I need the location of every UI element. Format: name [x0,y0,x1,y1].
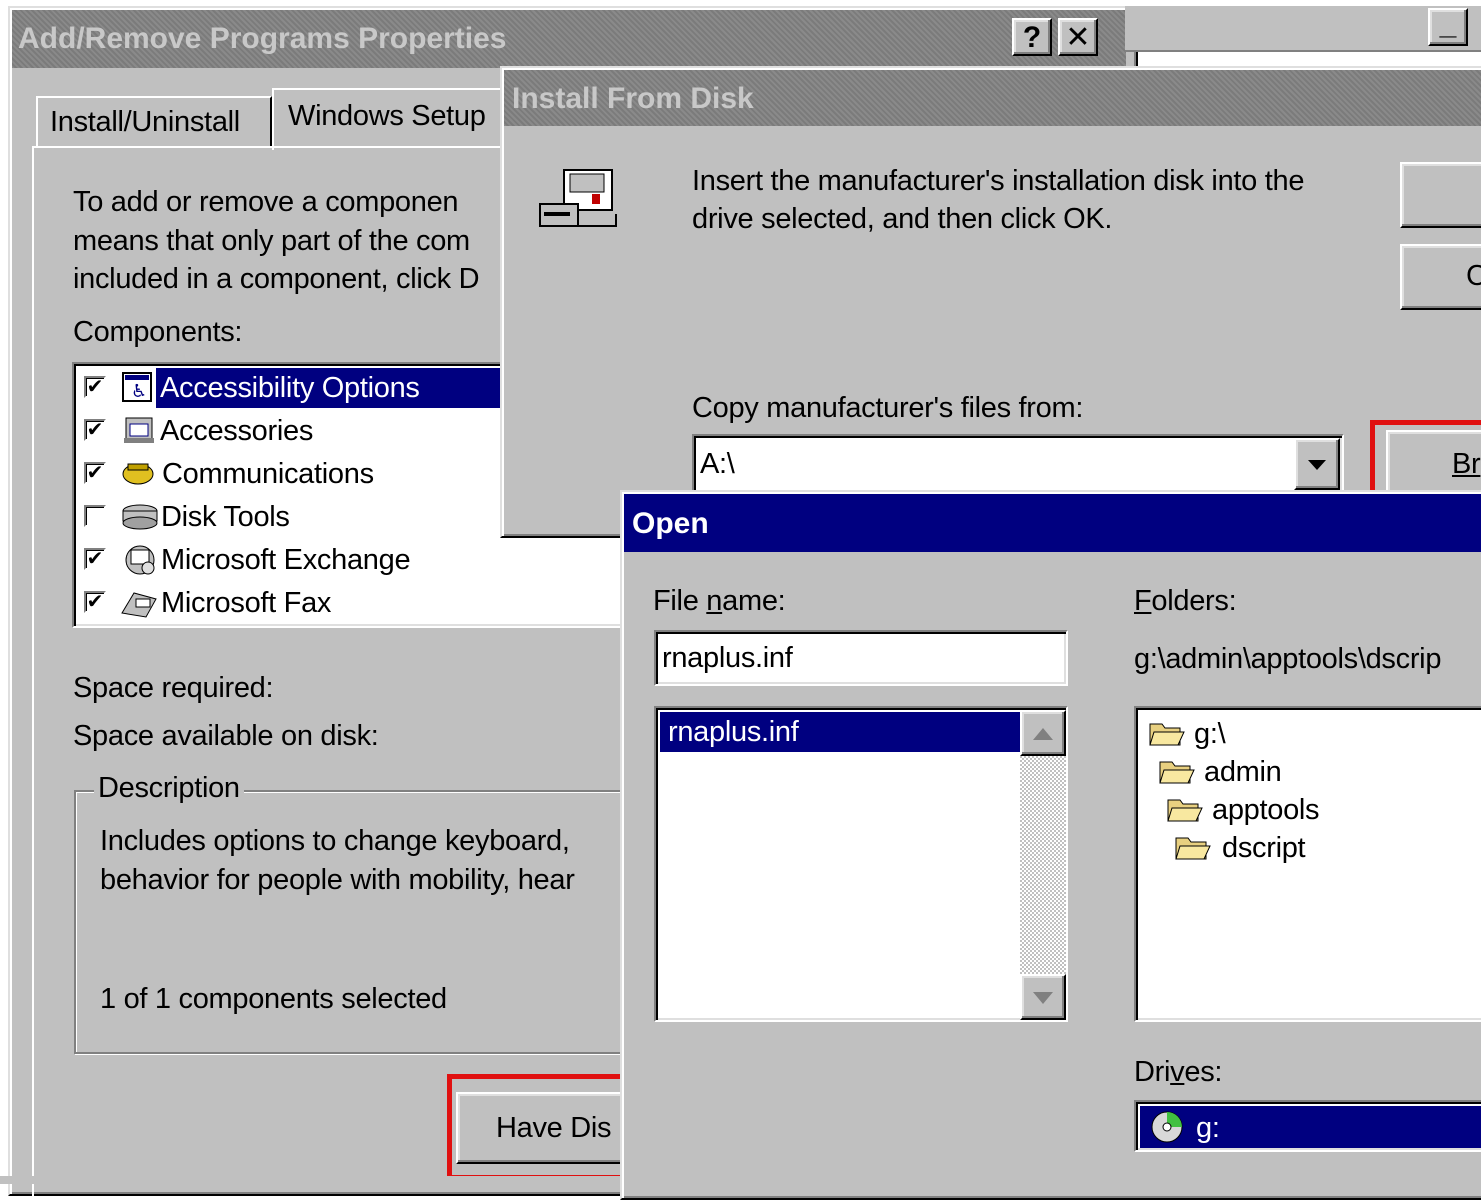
ok-button[interactable] [1400,162,1481,228]
folder-open-icon [1174,832,1212,867]
list-item-communications[interactable]: Communications [162,460,374,489]
have-disk-highlight [447,1074,635,1180]
folder-tree[interactable]: g:\ admin apptools dscript [1134,706,1481,1022]
svg-text:♿: ♿ [131,381,147,402]
open-dialog-title: Open [632,507,709,540]
phone-icon [120,456,156,495]
tab-install-uninstall[interactable]: Install/Uninstall [36,96,272,146]
drives-label: Drives: [1134,1056,1223,1088]
checkbox-communications[interactable]: ✔ [84,462,106,484]
install-from-disk-title: Install From Disk [512,82,754,115]
minimize-button[interactable]: _ [1428,8,1468,46]
folder-item-admin[interactable]: admin [1204,758,1282,787]
exchange-icon [120,542,160,583]
list-item-microsoft-fax[interactable]: Microsoft Fax [161,589,331,618]
minimize-icon: _ [1439,8,1457,41]
space-required-label: Space required: [73,672,274,704]
add-remove-title-bar[interactable]: Add/Remove Programs Properties ? ✕ [12,10,1126,68]
folder-open-icon [1148,718,1186,753]
fax-icon [118,585,160,626]
description-line-2: behavior for people with mobility, hear [100,864,575,896]
close-icon: ✕ [1065,21,1091,54]
checkbox-microsoft-exchange[interactable]: ✔ [84,548,106,570]
folders-label: Folders: [1134,585,1237,617]
space-available-label: Space available on disk: [73,720,379,752]
intro-line-2: means that only part of the com [73,225,470,257]
list-item-disk-tools[interactable]: Disk Tools [161,503,290,532]
disk-icon [120,501,160,540]
cd-drive-icon [1150,1110,1184,1149]
folder-item-dscript[interactable]: dscript [1222,834,1306,863]
install-message-line-1: Insert the manufacturer's installation d… [692,165,1305,197]
scroll-up-button[interactable] [1020,710,1066,756]
drive-selected [1140,1106,1481,1148]
checkbox-microsoft-fax[interactable]: ✔ [84,591,106,613]
description-label: Description [94,774,244,803]
arrow-down-icon [1033,992,1053,1004]
current-path: g:\admin\apptools\dscrip [1134,643,1442,675]
copy-from-combobox[interactable]: A:\ [692,434,1344,494]
checkbox-disk-tools[interactable] [84,505,106,527]
scroll-down-button[interactable] [1020,974,1066,1020]
copy-from-label: Copy manufacturer's files from: [692,392,1084,424]
help-button[interactable]: ? [1012,18,1052,56]
components-label: Components: [73,316,243,348]
tab-windows-setup[interactable]: Windows Setup [272,88,512,150]
description-line-1: Includes options to change keyboard, [100,825,570,857]
list-item[interactable]: rnaplus.inf [660,712,1020,752]
accessibility-icon: ♿ [122,372,152,402]
file-list[interactable]: rnaplus.inf [654,706,1068,1022]
folder-item-apptools[interactable]: apptools [1212,796,1320,825]
drives-combobox[interactable]: g: [1134,1100,1481,1152]
file-list-scrollbar[interactable] [1020,710,1066,1020]
copy-from-dropdown-button[interactable] [1294,438,1340,490]
help-icon: ? [1022,21,1042,54]
intro-line-3: included in a component, click D [73,263,480,295]
close-button[interactable]: ✕ [1058,18,1098,56]
window-title: Add/Remove Programs Properties [18,22,507,55]
copy-from-value: A:\ [700,448,735,480]
chevron-down-icon [1308,460,1326,470]
checkbox-accessibility[interactable]: ✔ [84,376,106,398]
list-item-accessories[interactable]: Accessories [160,417,313,446]
intro-line-1: To add or remove a componen [73,186,459,218]
folder-open-icon [1166,794,1204,829]
folder-item-root[interactable]: g:\ [1194,720,1226,749]
list-item-microsoft-exchange[interactable]: Microsoft Exchange [161,546,411,575]
cancel-button[interactable]: C [1400,244,1481,310]
accessories-icon [122,414,156,451]
folder-open-icon [1158,756,1196,791]
checkbox-accessories[interactable]: ✔ [84,419,106,441]
floppy-drive-icon [538,168,618,237]
list-item-accessibility-options[interactable]: Accessibility Options [160,374,420,403]
arrow-up-icon [1033,728,1053,740]
install-from-disk-title-bar[interactable]: Install From Disk [504,70,1481,126]
file-name-input[interactable]: rnaplus.inf [654,630,1068,686]
file-name-label: File name: [653,585,786,617]
open-dialog-title-bar[interactable]: Open [624,494,1481,552]
selection-count: 1 of 1 components selected [100,983,447,1015]
install-message-line-2: drive selected, and then click OK. [692,203,1113,235]
